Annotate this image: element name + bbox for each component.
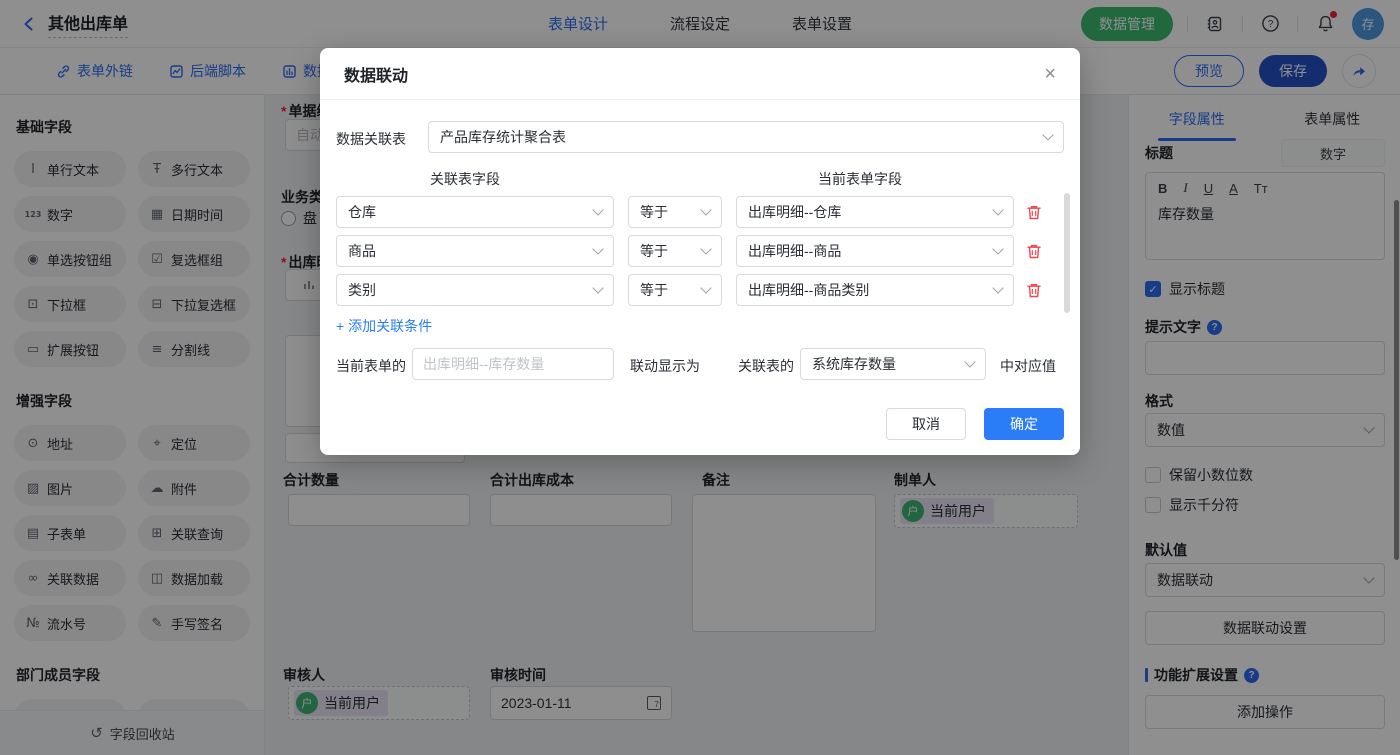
chevron-down-icon: [992, 204, 1004, 216]
condition-op-value: 等于: [640, 204, 668, 220]
dialog-title: 数据联动: [344, 67, 409, 85]
condition-right-select[interactable]: 出库明细--仓库: [736, 196, 1014, 228]
chevron-down-icon: [700, 204, 712, 216]
chevron-down-icon: [700, 243, 712, 255]
dialog-footer: 取消 确定: [886, 408, 1064, 440]
trash-icon: [1027, 206, 1041, 220]
condition-op-select[interactable]: 等于: [628, 274, 722, 306]
delete-condition-button[interactable]: [1026, 204, 1042, 221]
condition-left-select[interactable]: 类别: [336, 274, 614, 306]
rel-table-value: 产品库存统计聚合表: [440, 129, 566, 145]
condition-left-select[interactable]: 仓库: [336, 196, 614, 228]
close-icon[interactable]: ×: [1044, 64, 1056, 84]
delete-condition-button[interactable]: [1026, 282, 1042, 299]
condition-right-value: 出库明细--商品类别: [748, 282, 870, 298]
map-middle-label: 联动显示为: [630, 358, 700, 374]
chevron-down-icon: [592, 243, 604, 255]
map-prefix-label: 当前表单的: [336, 358, 406, 374]
map-rel-prefix-label: 关联表的: [738, 358, 794, 374]
condition-op-value: 等于: [640, 282, 668, 298]
delete-condition-button[interactable]: [1026, 243, 1042, 260]
left-column-header: 关联表字段: [430, 171, 500, 187]
chevron-down-icon: [700, 282, 712, 294]
condition-op-value: 等于: [640, 243, 668, 259]
rel-table-select[interactable]: 产品库存统计聚合表: [428, 121, 1064, 153]
add-condition-link[interactable]: + 添加关联条件: [336, 316, 432, 336]
chevron-down-icon: [964, 356, 976, 368]
chevron-down-icon: [1042, 129, 1054, 141]
condition-right-value: 出库明细--商品: [748, 243, 842, 259]
map-rel-field-select[interactable]: 系统库存数量: [800, 348, 986, 380]
dialog-header: 数据联动 ×: [320, 48, 1080, 100]
data-linkage-dialog: 数据联动 × 数据关联表 产品库存统计聚合表 关联表字段 当前表单字段 仓库 等…: [320, 48, 1080, 455]
rel-table-label: 数据关联表: [336, 131, 406, 147]
condition-left-value: 仓库: [348, 204, 376, 220]
map-field-input[interactable]: [412, 348, 614, 380]
map-rel-field-value: 系统库存数量: [812, 356, 896, 372]
condition-right-value: 出库明细--仓库: [748, 204, 842, 220]
condition-op-select[interactable]: 等于: [628, 196, 722, 228]
condition-left-select[interactable]: 商品: [336, 235, 614, 267]
right-column-header: 当前表单字段: [818, 171, 902, 187]
trash-icon: [1027, 245, 1041, 259]
map-suffix-label: 中对应值: [1000, 358, 1056, 374]
chevron-down-icon: [992, 243, 1004, 255]
chevron-down-icon: [992, 282, 1004, 294]
cancel-button[interactable]: 取消: [886, 408, 966, 440]
app-window: 其他出库单 表单设计 流程设定 表单设置 数据管理 ? 存 表单外链 后端脚本 …: [0, 0, 1400, 755]
chevron-down-icon: [592, 204, 604, 216]
condition-right-select[interactable]: 出库明细--商品: [736, 235, 1014, 267]
condition-left-value: 类别: [348, 282, 376, 298]
trash-icon: [1027, 284, 1041, 298]
condition-op-select[interactable]: 等于: [628, 235, 722, 267]
condition-right-select[interactable]: 出库明细--商品类别: [736, 274, 1014, 306]
condition-left-value: 商品: [348, 243, 376, 259]
modal-scrollbar[interactable]: [1064, 193, 1070, 313]
confirm-button[interactable]: 确定: [984, 408, 1064, 440]
chevron-down-icon: [592, 282, 604, 294]
